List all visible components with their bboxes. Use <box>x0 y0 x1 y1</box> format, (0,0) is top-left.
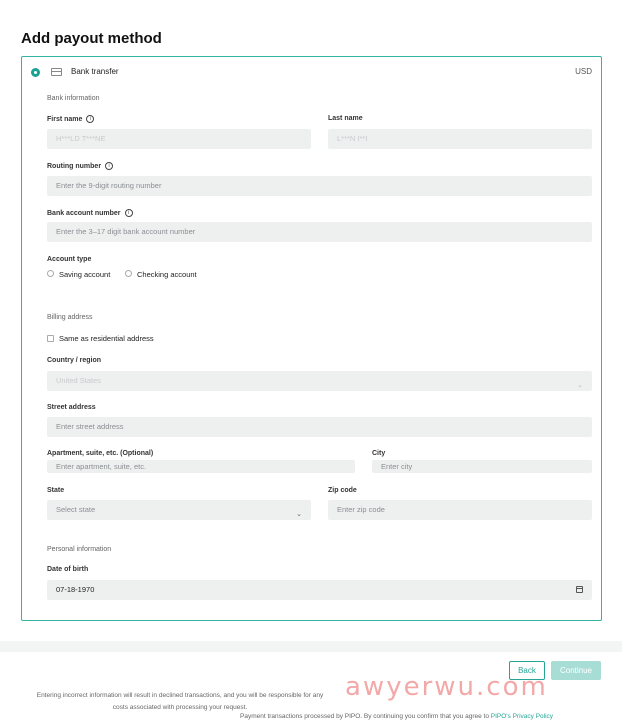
footer-divider <box>0 641 622 652</box>
zip-label: Zip code <box>328 487 357 494</box>
footer-note: Entering incorrect information will resu… <box>36 692 324 711</box>
bank-card-icon <box>51 68 62 76</box>
chevron-down-icon: ⌄ <box>296 511 302 518</box>
city-input[interactable]: Enter city <box>372 460 592 473</box>
payout-method-card: Bank transfer USD Bank information First… <box>21 56 602 621</box>
state-select[interactable]: Select state ⌄ <box>47 500 311 520</box>
account-number-label: Bank account number i <box>47 209 133 217</box>
last-name-label: Last name <box>328 115 363 122</box>
method-label: Bank transfer <box>71 67 119 76</box>
saving-account-radio[interactable] <box>47 270 54 277</box>
billing-address-heading: Billing address <box>47 314 93 321</box>
zip-code-input[interactable]: Enter zip code <box>328 500 592 520</box>
state-placeholder: Select state <box>56 505 96 514</box>
dob-label: Date of birth <box>47 566 89 573</box>
checking-account-label[interactable]: Checking account <box>137 270 197 279</box>
calendar-icon[interactable] <box>576 586 583 593</box>
saving-account-label[interactable]: Saving account <box>59 270 110 279</box>
first-name-label-text: First name <box>47 115 83 123</box>
last-name-field: L***N I**I <box>328 129 592 149</box>
continue-button[interactable]: Continue <box>551 661 601 680</box>
dob-value: 07-18-1970 <box>56 585 95 594</box>
same-as-residential-checkbox[interactable] <box>47 335 54 342</box>
bank-transfer-radio[interactable] <box>31 68 40 77</box>
page-title: Add payout method <box>21 30 162 47</box>
checking-account-radio[interactable] <box>125 270 132 277</box>
watermark: awyerwu.com <box>345 672 548 702</box>
country-select: United States ⌄ <box>47 371 592 391</box>
info-icon[interactable]: i <box>124 209 133 217</box>
first-name-field: H***LD T***NE <box>47 129 311 149</box>
country-value: United States <box>56 376 102 385</box>
legal-text: Payment transactions processed by PIPO. … <box>240 713 491 720</box>
account-number-input[interactable]: Enter the 3–17 digit bank account number <box>47 222 592 242</box>
routing-label: Routing number i <box>47 162 114 170</box>
country-label: Country / region <box>47 357 102 364</box>
currency-label: USD <box>575 67 592 76</box>
account-type-label: Account type <box>47 256 92 263</box>
info-icon[interactable]: i <box>105 162 114 170</box>
info-icon[interactable]: i <box>86 115 95 123</box>
same-as-residential-label[interactable]: Same as residential address <box>59 334 154 343</box>
street-address-input[interactable]: Enter street address <box>47 417 592 437</box>
footer-legal: Payment transactions processed by PIPO. … <box>240 713 553 720</box>
first-name-label: First name i <box>47 115 95 123</box>
account-label-text: Bank account number <box>47 209 121 217</box>
date-of-birth-input[interactable]: 07-18-1970 <box>47 580 592 600</box>
privacy-policy-link[interactable]: PIPO's Privacy Policy <box>491 713 553 720</box>
state-label: State <box>47 487 65 494</box>
routing-number-input[interactable]: Enter the 9-digit routing number <box>47 176 592 196</box>
apartment-input[interactable]: Enter apartment, suite, etc. <box>47 460 355 473</box>
city-label: City <box>372 450 386 457</box>
apartment-label: Apartment, suite, etc. (Optional) <box>47 450 154 457</box>
chevron-down-icon: ⌄ <box>577 382 583 389</box>
routing-label-text: Routing number <box>47 162 102 170</box>
personal-info-heading: Personal information <box>47 546 112 553</box>
bank-info-heading: Bank information <box>47 95 100 102</box>
street-label: Street address <box>47 404 96 411</box>
